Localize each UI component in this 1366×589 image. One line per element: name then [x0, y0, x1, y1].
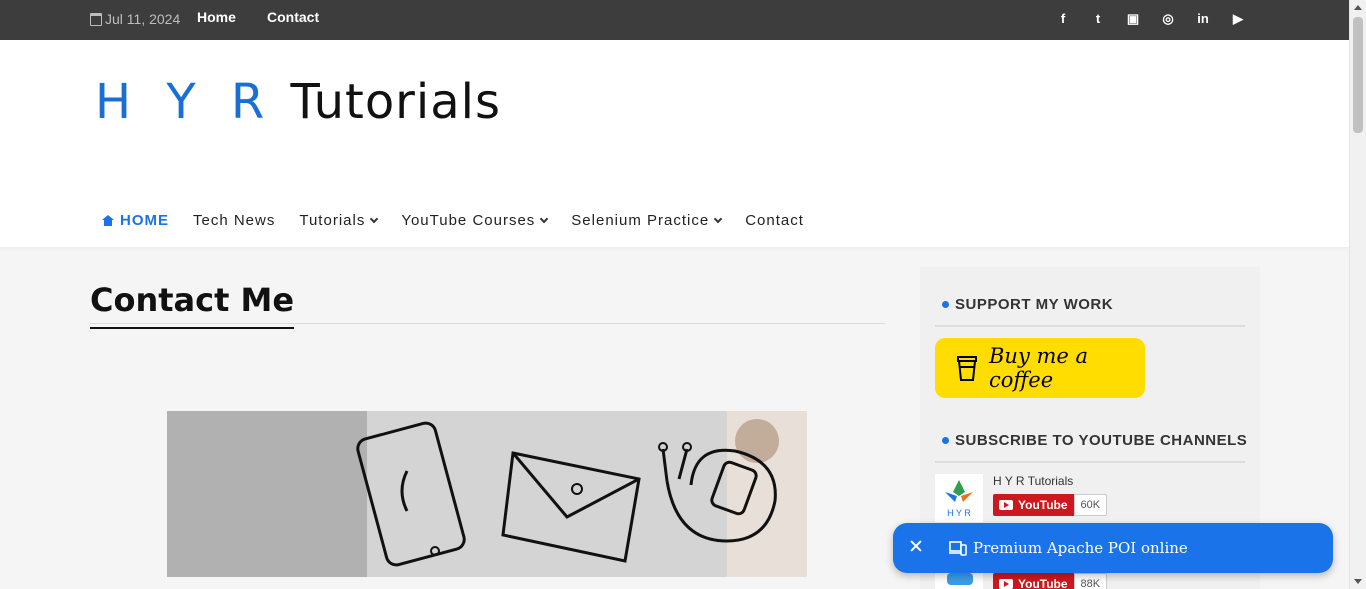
nav-item-contact[interactable]: Contact [745, 212, 804, 229]
logo-hyr: H Y R [95, 74, 275, 130]
youtube-button-label: YouTube [1018, 498, 1068, 512]
subscribe-title-text: SUBSCRIBE TO YOUTUBE CHANNELS [955, 432, 1248, 449]
scroll-down-icon[interactable] [1354, 579, 1362, 584]
bullet-icon [942, 437, 949, 444]
nav-item-youtube-courses-label: YouTube Courses [401, 212, 536, 229]
coffee-cup-icon [957, 354, 977, 382]
linkedin-icon[interactable]: in [1195, 11, 1211, 27]
promo-toast[interactable]: Premium Apache POI online [893, 523, 1333, 573]
nav-item-home-label: HOME [120, 212, 169, 229]
bullet-icon [942, 301, 949, 308]
subscribe-widget-title: SUBSCRIBE TO YOUTUBE CHANNELS [942, 432, 1247, 449]
subscriber-count: 88K [1073, 573, 1108, 589]
main-content: Contact Me [90, 267, 885, 589]
social-links: f t ▣ ◎ in ▶ [1055, 11, 1246, 27]
nav-item-contact-label: Contact [745, 212, 804, 229]
channel-avatar[interactable]: H Y R [935, 474, 983, 522]
site-logo[interactable]: H Y R Tutorials [95, 74, 501, 130]
nav-item-selenium-practice-label: Selenium Practice [571, 212, 710, 229]
page-scrollbar[interactable] [1349, 0, 1366, 589]
logo-tutorials: Tutorials [274, 74, 502, 130]
nav-item-home[interactable]: HOME [102, 212, 169, 229]
top-bar: Jul 11, 2024 Home Contact f t ▣ ◎ in ▶ [0, 0, 1349, 40]
nav-item-tutorials-label: Tutorials [299, 212, 366, 229]
nav-item-tutorials[interactable]: Tutorials [299, 212, 379, 229]
top-link-home[interactable]: Home [197, 9, 236, 25]
youtube-icon[interactable]: ▶ [1230, 11, 1246, 27]
support-divider [935, 325, 1245, 327]
nav-item-youtube-courses[interactable]: YouTube Courses [401, 212, 549, 229]
contact-hero-image [167, 411, 807, 577]
page-title: Contact Me [90, 281, 295, 329]
toast-text[interactable]: Premium Apache POI online [973, 539, 1188, 557]
site-header: H Y R Tutorials HOME Tech News Tutorials… [0, 40, 1349, 247]
main-nav: HOME Tech News Tutorials YouTube Courses… [102, 212, 828, 229]
nav-item-tech-news[interactable]: Tech News [193, 212, 275, 229]
channel-name[interactable]: H Y R Tutorials [993, 474, 1073, 488]
channel-card: H Y R H Y R Tutorials YouTube 60K [935, 474, 1245, 524]
chevron-down-icon [370, 214, 379, 223]
date-display: Jul 11, 2024 [90, 11, 180, 27]
instagram-icon[interactable]: ◎ [1160, 11, 1176, 27]
scrollbar-thumb[interactable] [1353, 17, 1363, 133]
coffee-label: Buy me a coffee [989, 344, 1089, 392]
youtube-subscribe-button[interactable]: YouTube 88K [993, 573, 1108, 589]
devices-icon [949, 540, 967, 556]
youtube-play-icon [999, 579, 1013, 589]
calendar-icon [90, 12, 102, 26]
youtube-button[interactable]: YouTube [993, 573, 1074, 589]
subscribe-divider [935, 461, 1245, 463]
scroll-up-icon[interactable] [1354, 5, 1362, 10]
twitter-icon[interactable]: t [1090, 11, 1106, 27]
chevron-down-icon [713, 214, 723, 223]
discord-icon[interactable]: ▣ [1125, 11, 1141, 27]
title-divider [90, 323, 885, 324]
close-icon[interactable] [909, 539, 923, 553]
buy-me-a-coffee-button[interactable]: Buy me a coffee [935, 338, 1145, 398]
home-icon [102, 215, 114, 226]
top-link-contact[interactable]: Contact [267, 9, 319, 25]
support-title-text: SUPPORT MY WORK [955, 296, 1114, 313]
chevron-down-icon [540, 214, 549, 223]
youtube-play-icon [999, 500, 1013, 510]
svg-text:H Y R: H Y R [947, 508, 971, 518]
subscriber-count: 60K [1073, 494, 1108, 516]
support-widget-title: SUPPORT MY WORK [942, 296, 1113, 313]
youtube-button-label: YouTube [1018, 577, 1068, 589]
youtube-subscribe-button[interactable]: YouTube 60K [993, 494, 1108, 516]
nav-item-selenium-practice[interactable]: Selenium Practice [571, 212, 723, 229]
date-text: Jul 11, 2024 [105, 11, 181, 27]
youtube-button[interactable]: YouTube [993, 494, 1074, 516]
nav-item-tech-news-label: Tech News [193, 212, 276, 229]
facebook-icon[interactable]: f [1055, 11, 1071, 27]
